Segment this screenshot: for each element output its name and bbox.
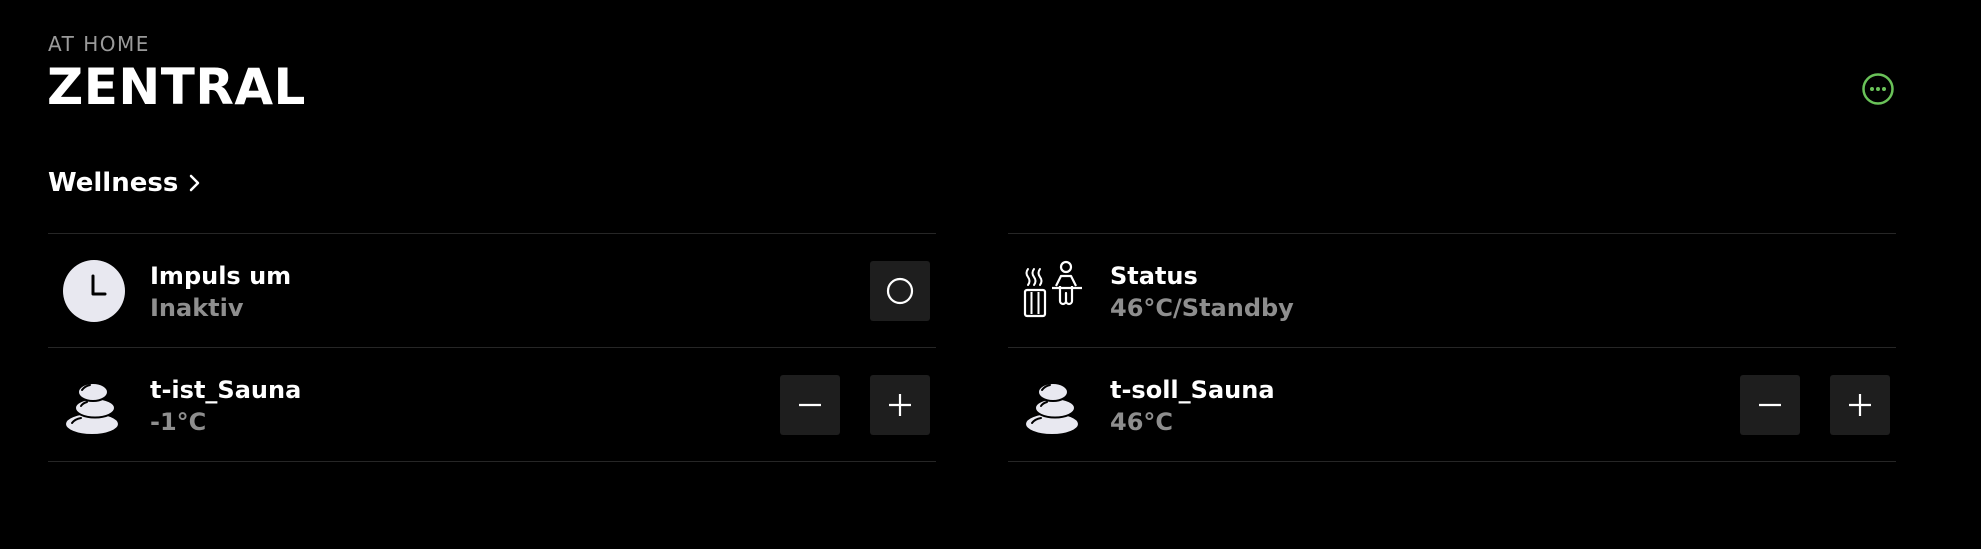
minus-icon [799, 403, 821, 407]
sauna-icon [1023, 260, 1082, 318]
control-value: Inaktiv [150, 294, 244, 322]
control-name: t-soll_Sauna [1110, 376, 1275, 404]
minus-icon [1759, 403, 1781, 407]
increase-button[interactable] [870, 375, 930, 435]
control-name: Impuls um [150, 262, 292, 290]
location-subtitle: AT HOME [48, 32, 150, 56]
chevron-right-icon [190, 174, 200, 192]
decrease-button[interactable] [780, 375, 840, 435]
decrease-button[interactable] [1740, 375, 1800, 435]
controls-column-right: Status 46°C/Standby t-soll_Sauna 46°C [1008, 233, 1896, 462]
page-title: ZENTRAL [47, 58, 306, 116]
control-value: 46°C [1110, 408, 1174, 436]
stones-icon [64, 382, 120, 436]
control-row-status: Status 46°C/Standby [1008, 233, 1896, 347]
section-link-wellness[interactable]: Wellness [48, 168, 202, 198]
control-row-t-soll: t-soll_Sauna 46°C [1008, 347, 1896, 462]
clock-icon [63, 260, 125, 322]
controls-column-left: Impuls um Inaktiv t-ist_Sauna -1°C [48, 233, 936, 462]
circle-icon [886, 277, 914, 305]
control-name: Status [1110, 262, 1198, 290]
more-options-button[interactable] [1862, 73, 1894, 105]
plus-icon [1849, 394, 1871, 416]
plus-icon [889, 394, 911, 416]
more-circle-icon [1862, 73, 1894, 105]
control-name: t-ist_Sauna [150, 376, 302, 404]
stones-icon [1024, 382, 1080, 436]
control-value: 46°C/Standby [1110, 294, 1294, 322]
pulse-trigger-button[interactable] [870, 261, 930, 321]
control-value: -1°C [150, 408, 207, 436]
increase-button[interactable] [1830, 375, 1890, 435]
control-row-impuls: Impuls um Inaktiv [48, 233, 936, 347]
section-label: Wellness [48, 168, 179, 198]
control-row-t-ist: t-ist_Sauna -1°C [48, 347, 936, 462]
